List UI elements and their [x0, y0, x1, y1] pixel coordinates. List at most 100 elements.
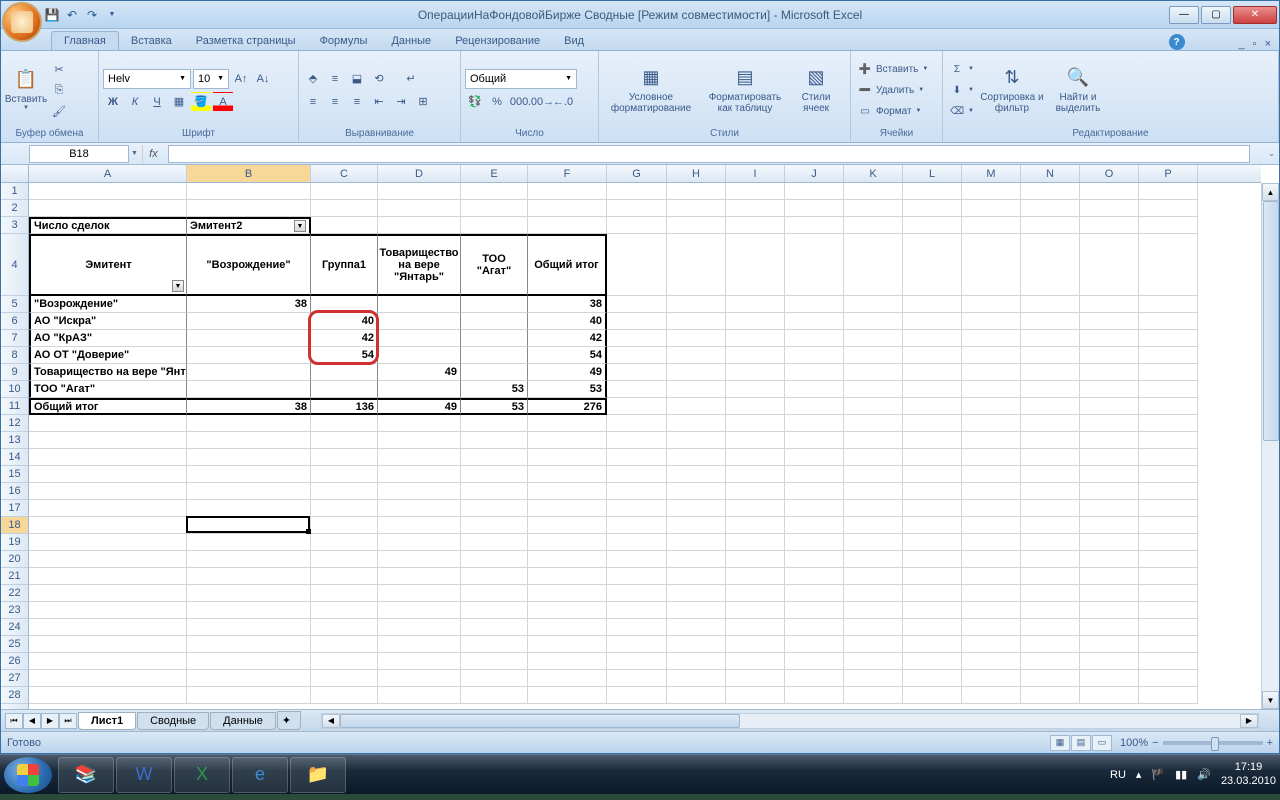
cell[interactable] — [1139, 466, 1198, 483]
cell[interactable] — [607, 500, 667, 517]
cell[interactable] — [187, 568, 311, 585]
row-header[interactable]: 28 — [1, 687, 28, 704]
cell[interactable] — [667, 534, 726, 551]
cell[interactable] — [29, 449, 187, 466]
column-header[interactable]: O — [1080, 165, 1139, 182]
sheet-tab-1[interactable]: Лист1 — [78, 712, 136, 730]
cell[interactable] — [785, 602, 844, 619]
cell[interactable] — [311, 551, 378, 568]
cell[interactable] — [903, 466, 962, 483]
cell[interactable] — [726, 653, 785, 670]
cell[interactable] — [1139, 687, 1198, 704]
row-header[interactable]: 3 — [1, 217, 28, 234]
cell[interactable] — [378, 200, 461, 217]
font-color-button[interactable]: A — [213, 92, 233, 112]
formula-expand-icon[interactable]: ⌄ — [1268, 149, 1275, 158]
row-header[interactable]: 4 — [1, 234, 28, 296]
cell[interactable] — [903, 568, 962, 585]
cell[interactable] — [903, 500, 962, 517]
cell[interactable] — [1139, 313, 1198, 330]
cell[interactable] — [1139, 653, 1198, 670]
row-header[interactable]: 14 — [1, 449, 28, 466]
cell[interactable] — [1139, 500, 1198, 517]
cell[interactable] — [1080, 466, 1139, 483]
cell[interactable] — [378, 415, 461, 432]
cell[interactable]: АО "КрАЗ" — [29, 330, 187, 347]
decrease-font-button[interactable]: A↓ — [253, 69, 273, 89]
cell[interactable] — [311, 687, 378, 704]
cell[interactable] — [844, 670, 903, 687]
cell[interactable]: 42 — [528, 330, 607, 347]
cell[interactable] — [962, 670, 1021, 687]
cell[interactable] — [1139, 200, 1198, 217]
cell[interactable] — [962, 500, 1021, 517]
cell[interactable] — [187, 585, 311, 602]
cell[interactable] — [311, 517, 378, 534]
cell[interactable] — [311, 183, 378, 200]
column-header[interactable]: K — [844, 165, 903, 182]
cell[interactable] — [528, 500, 607, 517]
cell[interactable] — [667, 200, 726, 217]
orientation-button[interactable]: ⟲ — [369, 69, 389, 89]
cell[interactable] — [607, 415, 667, 432]
cell[interactable]: Эмитент2▼ — [187, 217, 311, 234]
fill-button[interactable]: ⬇▼ — [947, 80, 977, 100]
cell[interactable] — [962, 449, 1021, 466]
cell[interactable] — [607, 330, 667, 347]
doc-restore-icon[interactable]: ▫ — [1253, 38, 1257, 50]
cell[interactable] — [1139, 398, 1198, 415]
cell[interactable] — [785, 466, 844, 483]
cell[interactable] — [667, 500, 726, 517]
cell[interactable] — [607, 466, 667, 483]
row-header[interactable]: 24 — [1, 619, 28, 636]
column-header[interactable]: J — [785, 165, 844, 182]
align-center-button[interactable]: ≡ — [325, 92, 345, 112]
cell[interactable] — [187, 500, 311, 517]
cell[interactable] — [187, 432, 311, 449]
cell[interactable] — [1021, 636, 1080, 653]
select-all-corner[interactable] — [1, 165, 29, 183]
cell[interactable] — [607, 347, 667, 364]
cell[interactable]: Группа1 — [311, 234, 378, 296]
cell[interactable] — [378, 313, 461, 330]
cell[interactable] — [903, 347, 962, 364]
cell[interactable] — [785, 449, 844, 466]
cell[interactable] — [667, 483, 726, 500]
cell[interactable] — [311, 568, 378, 585]
cell[interactable] — [1080, 585, 1139, 602]
cell[interactable] — [378, 217, 461, 234]
cell[interactable] — [667, 551, 726, 568]
cell[interactable] — [844, 200, 903, 217]
cell[interactable] — [903, 296, 962, 313]
column-header[interactable]: B — [187, 165, 311, 182]
taskbar-app-1[interactable]: 📚 — [58, 757, 114, 793]
cell[interactable] — [311, 466, 378, 483]
cell[interactable] — [844, 347, 903, 364]
zoom-in-button[interactable]: + — [1267, 737, 1273, 749]
cell[interactable] — [311, 636, 378, 653]
cell[interactable] — [607, 568, 667, 585]
row-header[interactable]: 6 — [1, 313, 28, 330]
cell[interactable] — [1080, 483, 1139, 500]
formula-bar[interactable] — [168, 145, 1250, 163]
cell[interactable] — [844, 551, 903, 568]
cell[interactable] — [1021, 602, 1080, 619]
taskbar-excel[interactable]: X — [174, 757, 230, 793]
column-header[interactable]: M — [962, 165, 1021, 182]
cell[interactable]: ТОО "Агат" — [461, 234, 528, 296]
cell[interactable]: 136 — [311, 398, 378, 415]
font-size-combo[interactable]: 10▼ — [193, 69, 229, 89]
cell[interactable] — [903, 619, 962, 636]
cell[interactable] — [785, 296, 844, 313]
cell[interactable] — [461, 602, 528, 619]
cell[interactable] — [378, 466, 461, 483]
cell[interactable] — [903, 517, 962, 534]
cell[interactable] — [903, 602, 962, 619]
cell[interactable]: 49 — [378, 398, 461, 415]
row-header[interactable]: 18 — [1, 517, 28, 534]
align-middle-button[interactable]: ≡ — [325, 69, 345, 89]
cell[interactable] — [785, 200, 844, 217]
cell[interactable] — [187, 551, 311, 568]
cell[interactable] — [785, 381, 844, 398]
row-header[interactable]: 2 — [1, 200, 28, 217]
